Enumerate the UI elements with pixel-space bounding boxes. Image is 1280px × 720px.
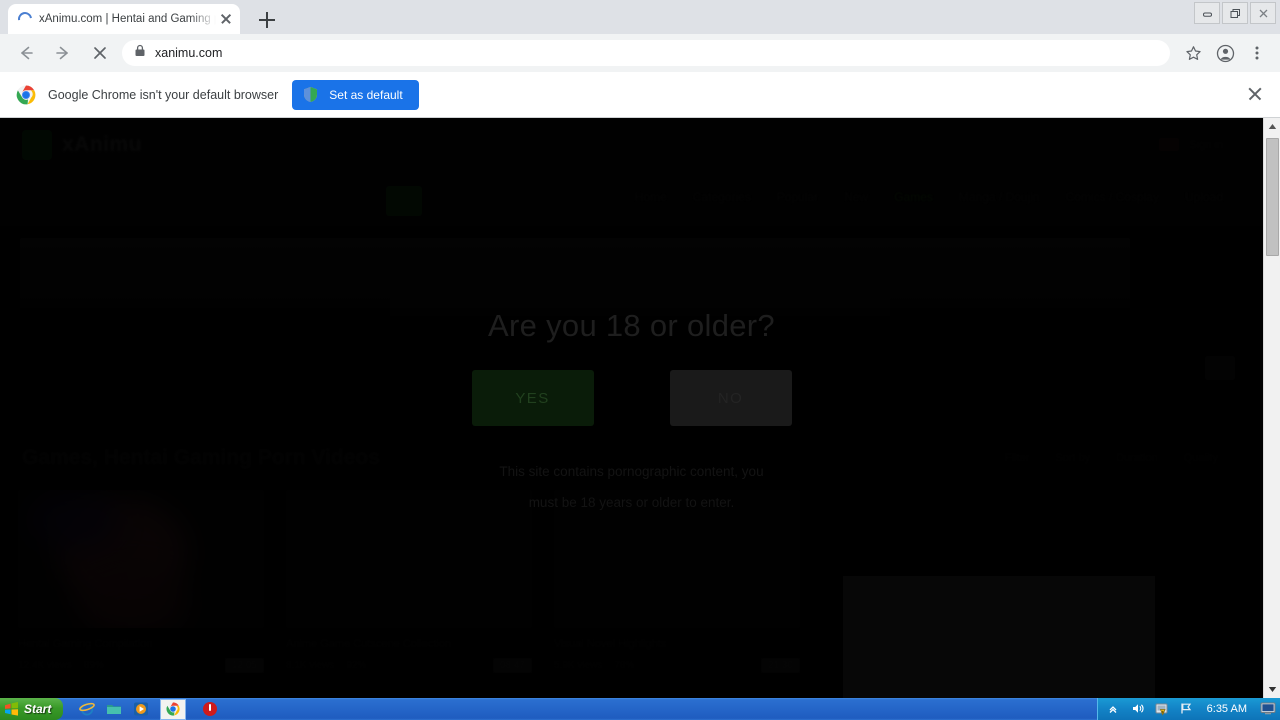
star-icon[interactable] [1178, 38, 1208, 68]
windows-taskbar: Start 6:35 AM [0, 698, 1280, 720]
page-viewport: xAnimu Sign in Home Categories Popular [0, 118, 1280, 698]
age-gate-buttons: YES NO [0, 370, 1263, 426]
shield-icon [302, 86, 319, 103]
window-controls [1194, 2, 1276, 24]
forward-arrow-icon[interactable] [47, 37, 79, 69]
scroll-up-arrow-icon[interactable] [1264, 118, 1280, 135]
flag-icon[interactable] [1179, 702, 1194, 717]
start-button[interactable]: Start [0, 698, 64, 720]
tab-title: xAnimu.com | Hentai and Gaming po [39, 13, 216, 25]
media-player-icon[interactable] [133, 701, 149, 717]
internet-explorer-icon[interactable] [79, 701, 96, 717]
website-xanimu: xAnimu Sign in Home Categories Popular [0, 118, 1263, 698]
age-verification-overlay: Are you 18 or older? YES NO This site co… [0, 118, 1263, 698]
chevron-up-icon[interactable] [1107, 702, 1122, 717]
address-bar[interactable]: xanimu.com [122, 40, 1170, 66]
file-explorer-icon[interactable] [106, 701, 122, 717]
browser-toolbar: xanimu.com [0, 34, 1280, 72]
close-icon[interactable] [1247, 86, 1263, 102]
age-gate-note-line2: must be 18 years or older to enter. [528, 495, 735, 510]
chrome-browser-window: xAnimu.com | Hentai and Gaming po xanimu… [0, 0, 1280, 698]
stop-x-icon[interactable] [84, 37, 116, 69]
screen: xAnimu.com | Hentai and Gaming po xanimu… [0, 0, 1280, 720]
start-label: Start [24, 702, 52, 716]
clock[interactable]: 6:35 AM [1207, 703, 1247, 715]
windows-flag-icon [4, 702, 19, 716]
quick-launch-bar [79, 701, 149, 717]
set-as-default-label: Set as default [329, 87, 403, 102]
age-gate-note: This site contains pornographic content,… [0, 456, 1263, 518]
three-dot-menu-icon[interactable] [1242, 38, 1272, 68]
set-as-default-button[interactable]: Set as default [292, 79, 419, 110]
monitor-icon[interactable] [1260, 702, 1276, 717]
close-icon[interactable] [1250, 2, 1276, 24]
age-gate-yes-button[interactable]: YES [471, 370, 594, 426]
infobar-message: Google Chrome isn't your default browser [48, 87, 279, 102]
security-alert-icon[interactable] [1155, 702, 1170, 717]
page-scrollbar[interactable] [1263, 118, 1280, 698]
chrome-logo-icon [16, 85, 36, 105]
default-browser-infobar: Google Chrome isn't your default browser… [0, 72, 1280, 118]
lock-icon [134, 44, 146, 62]
app-taskbar-button[interactable] [202, 701, 218, 717]
scroll-down-arrow-icon[interactable] [1264, 681, 1280, 698]
speaker-icon[interactable] [1131, 702, 1146, 717]
back-arrow-icon[interactable] [10, 37, 42, 69]
chrome-taskbar-button[interactable] [160, 698, 187, 720]
url-text: xanimu.com [155, 46, 223, 60]
age-gate-title: Are you 18 or older? [488, 308, 775, 343]
minimize-icon[interactable] [1194, 2, 1220, 24]
account-avatar-icon[interactable] [1210, 38, 1240, 68]
restore-icon[interactable] [1222, 2, 1248, 24]
plus-icon[interactable] [256, 9, 278, 31]
system-tray: 6:35 AM [1096, 698, 1280, 720]
close-icon[interactable] [218, 11, 234, 27]
loading-spinner-icon [15, 9, 35, 29]
browser-tab[interactable]: xAnimu.com | Hentai and Gaming po [8, 4, 240, 34]
age-gate-note-line1: This site contains pornographic content,… [499, 464, 764, 479]
tab-strip: xAnimu.com | Hentai and Gaming po [0, 0, 1280, 34]
age-gate-no-button[interactable]: NO [669, 370, 792, 426]
scrollbar-thumb[interactable] [1266, 138, 1279, 256]
